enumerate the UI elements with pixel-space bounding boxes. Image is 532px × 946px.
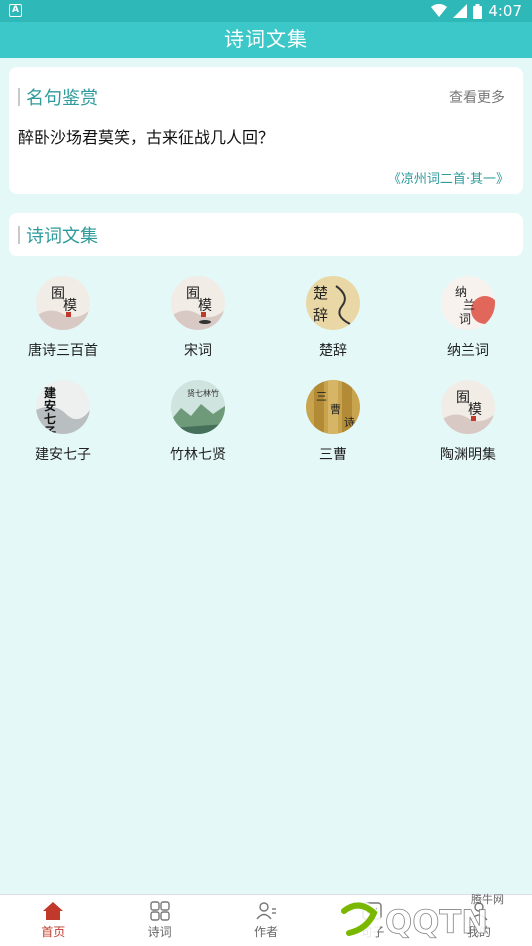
collection-item[interactable]: 囿模 唐诗三百首	[8, 276, 118, 360]
svg-text:七: 七	[44, 412, 56, 426]
watermark-sub: 腾牛网	[471, 892, 504, 906]
svg-text:模: 模	[198, 298, 212, 314]
ink-cover-icon: 囿模	[36, 276, 90, 330]
collection-item[interactable]: 纳兰词 纳兰词	[413, 276, 523, 360]
tab-authors[interactable]: 作者	[213, 895, 319, 946]
svg-text:子: 子	[44, 425, 56, 434]
collection-item[interactable]: 囿模 宋词	[143, 276, 253, 360]
section-marker	[18, 226, 20, 244]
collection-label: 纳兰词	[447, 343, 489, 359]
collection-card-title: 诗词文集	[26, 226, 98, 247]
svg-text:辞: 辞	[313, 306, 328, 324]
status-time: 4:07	[488, 2, 522, 20]
svg-text:建: 建	[43, 385, 57, 400]
quote-card-header: 名句鉴赏	[18, 86, 98, 109]
quote-card-title: 名句鉴赏	[26, 88, 98, 109]
tab-poems[interactable]: 诗词	[106, 895, 212, 946]
signal-icon	[453, 4, 468, 18]
watermark-brand: QQTN	[385, 903, 488, 941]
page-title: 诗词文集	[0, 22, 532, 58]
person-icon	[256, 902, 277, 920]
collection-card-header: 诗词文集	[18, 224, 98, 247]
tab-home[interactable]: 首页	[0, 895, 106, 946]
svg-text:词: 词	[459, 312, 471, 326]
collection-label: 陶渊明集	[440, 447, 496, 463]
home-icon	[43, 902, 64, 920]
section-marker	[18, 88, 20, 106]
svg-text:曹: 曹	[330, 403, 341, 416]
svg-text:安: 安	[44, 398, 56, 413]
collection-item[interactable]: 楚辞 楚辞	[278, 276, 388, 360]
collection-label: 三曹	[319, 447, 347, 463]
calligraphy-cover-icon: 楚辞	[306, 276, 360, 330]
collection-label: 建安七子	[35, 447, 91, 463]
tab-label: 首页	[41, 925, 66, 939]
collection-item[interactable]: 建安七子 建安七子	[8, 380, 118, 464]
collection-item[interactable]: 三曹诗 三曹	[278, 380, 388, 464]
quote-source: 《凉州词二首·其一》	[387, 172, 509, 187]
watermark: QQTN 腾牛网	[319, 889, 524, 944]
collection-label: 宋词	[184, 343, 212, 359]
collection-card: 诗词文集	[9, 213, 523, 256]
quote-text[interactable]: 醉卧沙场君莫笑，古来征战几人回？	[18, 124, 274, 148]
svg-text:贤七林竹: 贤七林竹	[187, 388, 219, 398]
landscape-cover-icon: 贤七林竹	[171, 380, 225, 434]
ink-cover-icon: 囿模	[441, 380, 495, 434]
svg-text:楚: 楚	[313, 284, 328, 302]
view-more-link[interactable]: 查看更多	[449, 87, 505, 107]
grid-icon	[149, 901, 170, 921]
collection-item[interactable]: 贤七林竹 竹林七贤	[143, 380, 253, 464]
calligraphy-cover-icon: 建安七子	[36, 380, 90, 434]
svg-text:三: 三	[316, 390, 327, 403]
svg-text:兰: 兰	[463, 298, 475, 312]
svg-text:纳: 纳	[455, 285, 467, 299]
quote-card: 名句鉴赏 查看更多 醉卧沙场君莫笑，古来征战几人回？ 《凉州词二首·其一》	[9, 67, 523, 194]
svg-text:诗: 诗	[344, 415, 355, 429]
wifi-icon	[431, 4, 448, 17]
collection-label: 竹林七贤	[170, 447, 226, 463]
collection-label: 唐诗三百首	[28, 343, 98, 359]
tab-label: 作者	[254, 925, 279, 939]
bamboo-cover-icon: 三曹诗	[306, 380, 360, 434]
collection-item[interactable]: 囿模 陶渊明集	[413, 380, 523, 464]
svg-text:模: 模	[63, 298, 77, 314]
ink-cover-icon: 囿模	[171, 276, 225, 330]
calligraphy-cover-icon: 纳兰词	[441, 276, 495, 330]
battery-icon	[473, 3, 483, 19]
tab-label: 诗词	[147, 925, 172, 939]
svg-text:模: 模	[468, 402, 482, 418]
collection-label: 楚辞	[319, 343, 347, 359]
status-bar: A 4:07	[0, 0, 532, 22]
notification-icon: A	[9, 4, 22, 17]
